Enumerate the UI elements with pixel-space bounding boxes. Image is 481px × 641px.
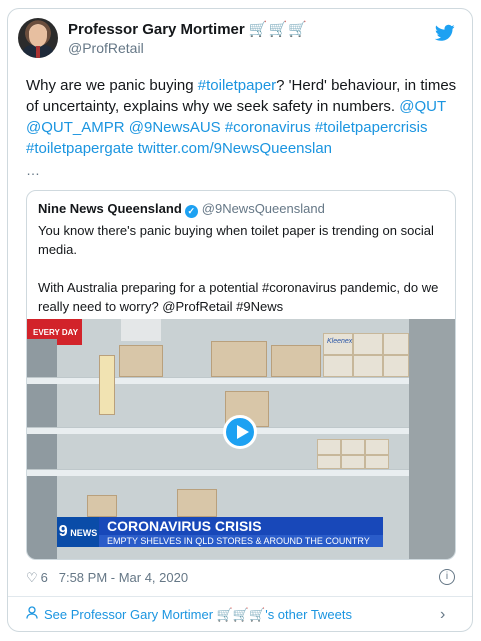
like-count[interactable]: 6 <box>41 570 48 585</box>
tissue-box-7 <box>317 439 341 455</box>
quoted-author-name: Nine News Queensland <box>38 201 182 216</box>
empty-box-1 <box>119 345 163 377</box>
empty-box-2 <box>211 341 267 377</box>
other-tweets-link[interactable]: See Professor Gary Mortimer 🛒🛒🛒's other … <box>26 606 352 623</box>
tissue-box-6 <box>383 355 409 377</box>
tissue-box-11 <box>341 455 365 469</box>
cart-emoji: 🛒🛒🛒 <box>248 21 308 38</box>
quoted-text-line2: With Australia preparing for a potential… <box>38 280 439 314</box>
verified-icon: ✓ <box>184 205 198 218</box>
hashtag-toiletpapergate-link[interactable]: #toiletpapergate <box>26 140 134 157</box>
tweet-text: Why are we panic buying #toiletpaper? 'H… <box>26 75 461 159</box>
ceiling-panel <box>121 319 161 341</box>
tweet-url-link[interactable]: twitter.com/9NewsQueenslan <box>138 140 332 157</box>
tissue-box-3 <box>383 333 409 355</box>
tissue-box-2 <box>353 333 383 355</box>
hashtag-coronavirus-link[interactable]: #coronavirus <box>225 119 311 136</box>
quoted-author-handle: @9NewsQueensland <box>201 201 325 216</box>
quoted-text: You know there's panic buying when toile… <box>38 221 448 316</box>
nine-logo-text: NEWS <box>70 528 98 538</box>
mention-qut-ampr-link[interactable]: @QUT_AMPR <box>26 119 125 136</box>
shelf-top <box>27 377 409 384</box>
avatar-tie <box>36 46 40 58</box>
nine-news-logo: 9 NEWS <box>57 517 99 547</box>
person-icon <box>26 606 38 619</box>
tweet-meta: ♡ 6 7:58 PM - Mar 4, 2020 <box>26 570 188 586</box>
empty-box-3 <box>271 345 321 377</box>
tissue-box-10 <box>317 455 341 469</box>
heart-icon[interactable]: ♡ <box>26 570 38 586</box>
shelf-lower <box>27 469 409 476</box>
news-banner: 9 NEWS CORONAVIRUS CRISIS EMPTY SHELVES … <box>57 517 383 547</box>
hashtag-toiletpapercrisis-link[interactable]: #toiletpapercrisis <box>315 119 428 136</box>
author-avatar[interactable] <box>18 18 58 58</box>
tissue-box-4 <box>323 355 353 377</box>
tissue-box-12 <box>365 455 389 469</box>
empty-box-5 <box>177 489 217 517</box>
empty-box-6 <box>87 495 117 517</box>
video-thumbnail[interactable]: EVERY DAY Kleenex 9 NEWS CORONAVIRUS CRI… <box>27 319 455 559</box>
twitter-bird-icon[interactable] <box>435 24 455 42</box>
quoted-tweet[interactable]: Nine News Queensland ✓ @9NewsQueensland Yo… <box>26 190 456 560</box>
left-wall <box>27 339 57 559</box>
price-sign <box>99 355 115 415</box>
nine-logo-number: 9 <box>58 523 68 540</box>
tweet-timestamp[interactable]: 7:58 PM - Mar 4, 2020 <box>59 570 188 585</box>
tissue-box-9 <box>365 439 389 455</box>
quoted-author[interactable]: Nine News Queensland ✓ @9NewsQueensland <box>38 201 325 218</box>
shelf-middle <box>27 427 409 434</box>
chevron-right-icon[interactable]: › <box>440 606 445 624</box>
banner-headline: CORONAVIRUS CRISIS <box>99 517 383 535</box>
tweet-text-part1: Why are we panic buying <box>26 77 198 94</box>
footer-divider <box>8 596 472 597</box>
mention-qut-link[interactable]: @QUT <box>399 98 446 115</box>
play-button[interactable] <box>223 415 257 449</box>
quoted-text-line1: You know there's panic buying when toile… <box>38 223 434 257</box>
author-name-text: Professor Gary Mortimer <box>68 21 245 38</box>
tissue-box-8 <box>341 439 365 455</box>
store-sign-text: EVERY DAY <box>33 328 79 337</box>
author-name[interactable]: Professor Gary Mortimer 🛒🛒🛒 <box>68 20 308 38</box>
tissue-box-5 <box>353 355 383 377</box>
mention-9newsaus-link[interactable]: @9NewsAUS <box>129 119 221 136</box>
right-pegboard <box>409 319 455 559</box>
avatar-face <box>29 25 47 47</box>
kleenex-label: Kleenex <box>327 338 353 345</box>
truncation-ellipsis: … <box>26 162 40 178</box>
hashtag-toiletpaper-link[interactable]: #toiletpaper <box>198 77 276 94</box>
banner-subheadline: EMPTY SHELVES IN QLD STORES & AROUND THE… <box>99 535 383 547</box>
info-icon[interactable]: i <box>439 569 455 585</box>
author-handle[interactable]: @ProfRetail <box>68 40 144 56</box>
other-tweets-label: See Professor Gary Mortimer 🛒🛒🛒's other … <box>44 607 353 622</box>
